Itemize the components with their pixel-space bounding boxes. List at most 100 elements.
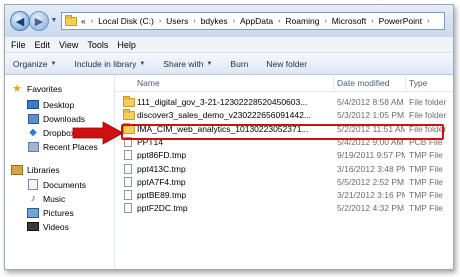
file-name: 111_digital_gov_3-21-12302228520450603..… [137,97,308,107]
file-type: TMP File [409,150,443,161]
chevron-down-icon: ▼ [206,60,213,67]
column-date-header[interactable]: Date modified [337,78,389,88]
file-type: File folder [409,110,447,121]
include-in-library-button[interactable]: Include in library ▼ [74,59,145,69]
command-bar: Organize ▼ Include in library ▼ Share with… [5,53,453,75]
nav-dropbox[interactable]: ◆ Dropbox [27,127,75,138]
folder-row[interactable]: 111_digital_gov_3-21-12302228520450603..… [115,96,453,109]
menu-tools[interactable]: Tools [87,40,108,50]
highlight-box [121,124,444,140]
crumb-separator[interactable]: › [229,18,239,25]
forward-button[interactable]: ▶ [29,11,49,31]
file-name: ppt413C.tmp [137,163,186,174]
libraries-icon [11,164,23,175]
recent-pages-dropdown-icon[interactable]: ▼ [50,16,58,26]
share-with-button[interactable]: Share with ▼ [163,59,212,69]
crumb-separator[interactable]: › [274,18,284,25]
file-icon [124,163,132,174]
organize-label: Organize [13,58,48,69]
file-list: Name Date modified Type 111_digital_gov_… [115,75,453,269]
new-folder-button[interactable]: New folder [266,59,307,69]
crumb-separator[interactable]: › [423,18,433,25]
recent-places-icon [27,141,39,152]
file-name: ppt86FD.tmp [137,150,187,161]
file-row[interactable]: pptA7F4.tmp 5/5/2012 2:52 PM TMP File [115,176,453,189]
music-icon: ♪ [30,193,36,204]
crumb-separator[interactable]: › [367,18,377,25]
file-name: discover3_sales_demo_v230222656091442... [137,110,311,121]
crumb-separator[interactable]: › [189,18,199,25]
nav-videos-label: Videos [43,221,69,232]
share-label: Share with [163,58,204,69]
nav-pictures[interactable]: Pictures [27,207,74,218]
file-icon [124,190,132,201]
folder-row[interactable]: discover3_sales_demo_v230222656091442...… [115,109,453,122]
file-name: pptA7F4.tmp [137,176,186,187]
menu-help[interactable]: Help [117,40,136,50]
file-date-modified: 3/16/2012 3:48 PM [337,163,405,174]
file-row[interactable]: ppt413C.tmp 3/16/2012 3:48 PM TMP File [115,163,453,176]
file-type: TMP File [409,190,443,201]
nav-libraries-label: Libraries [27,164,60,175]
menu-view[interactable]: View [59,40,78,50]
file-row[interactable]: ppt86FD.tmp 9/19/2011 9:57 PM TMP File [115,149,453,162]
chevron-down-icon: ▼ [139,60,146,67]
chevron-down-icon: ▼ [50,60,57,67]
overflow-chevrons[interactable]: « [80,16,87,26]
file-type: TMP File [409,203,443,214]
crumb-powerpoint[interactable]: PowerPoint [378,16,423,26]
file-date-modified: 5/2/2012 4:32 PM [337,203,405,214]
file-date-modified: 3/21/2012 3:16 PM [337,190,405,201]
file-type: File folder [409,97,447,107]
column-divider[interactable] [333,77,334,90]
back-button[interactable]: ◀ [10,11,30,31]
address-bar[interactable]: « › Local Disk (C:) › Users › bdykes › A… [61,12,445,30]
file-row[interactable]: pptF2DC.tmp 5/2/2012 4:32 PM TMP File [115,202,453,215]
file-type: TMP File [409,163,443,174]
file-row[interactable]: pptBE89.tmp 3/21/2012 3:16 PM TMP File [115,189,453,202]
file-icon [124,150,132,161]
menu-file[interactable]: File [11,40,26,50]
file-date-modified: 9/19/2011 9:57 PM [337,150,405,161]
dropbox-icon: ◆ [29,127,37,138]
address-row: ◀ ▶ ▼ « › Local Disk (C:) › Users › bdyk… [5,5,453,37]
nav-music[interactable]: ♪ Music [27,193,66,204]
file-type: TMP File [409,176,443,187]
burn-button[interactable]: Burn [230,59,248,69]
folder-icon [65,14,77,26]
nav-videos[interactable]: Videos [27,221,69,232]
crumb-microsoft[interactable]: Microsoft [331,16,367,26]
column-type-header[interactable]: Type [409,78,427,88]
file-icon [124,176,132,187]
crumb-roaming[interactable]: Roaming [284,16,320,26]
red-arrow-icon [72,121,124,145]
videos-icon [27,221,39,232]
include-label: Include in library [74,58,137,69]
desktop-icon [27,99,39,110]
crumb-bdykes[interactable]: bdykes [200,16,229,26]
nav-documents[interactable]: Documents [27,179,86,190]
column-divider[interactable] [405,77,406,90]
crumb-users[interactable]: Users [165,16,189,26]
menu-edit[interactable]: Edit [35,40,51,50]
nav-favorites[interactable]: ★ Favorites [11,83,62,95]
file-name: pptBE89.tmp [137,190,187,201]
organize-button[interactable]: Organize ▼ [13,59,56,69]
navigation-pane: ★ Favorites Desktop Downloads ◆ Dropbox … [5,75,115,269]
column-header-row: Name Date modified Type [115,75,453,92]
crumb-separator[interactable]: › [320,18,330,25]
menu-bar: File Edit View Tools Help [5,37,453,53]
nav-desktop-label: Desktop [43,99,75,110]
nav-libraries[interactable]: Libraries [11,164,60,175]
file-icon [124,203,132,214]
pictures-icon [27,207,39,218]
crumb-local-disk[interactable]: Local Disk (C:) [97,16,155,26]
downloads-icon [27,113,39,124]
crumb-appdata[interactable]: AppData [239,16,274,26]
nav-desktop[interactable]: Desktop [27,99,74,110]
file-date-modified: 5/3/2012 1:05 PM [337,110,405,121]
nav-music-label: Music [43,193,66,204]
nav-documents-label: Documents [43,179,86,190]
crumb-separator[interactable]: › [155,18,165,25]
column-name-header[interactable]: Name [137,78,160,88]
